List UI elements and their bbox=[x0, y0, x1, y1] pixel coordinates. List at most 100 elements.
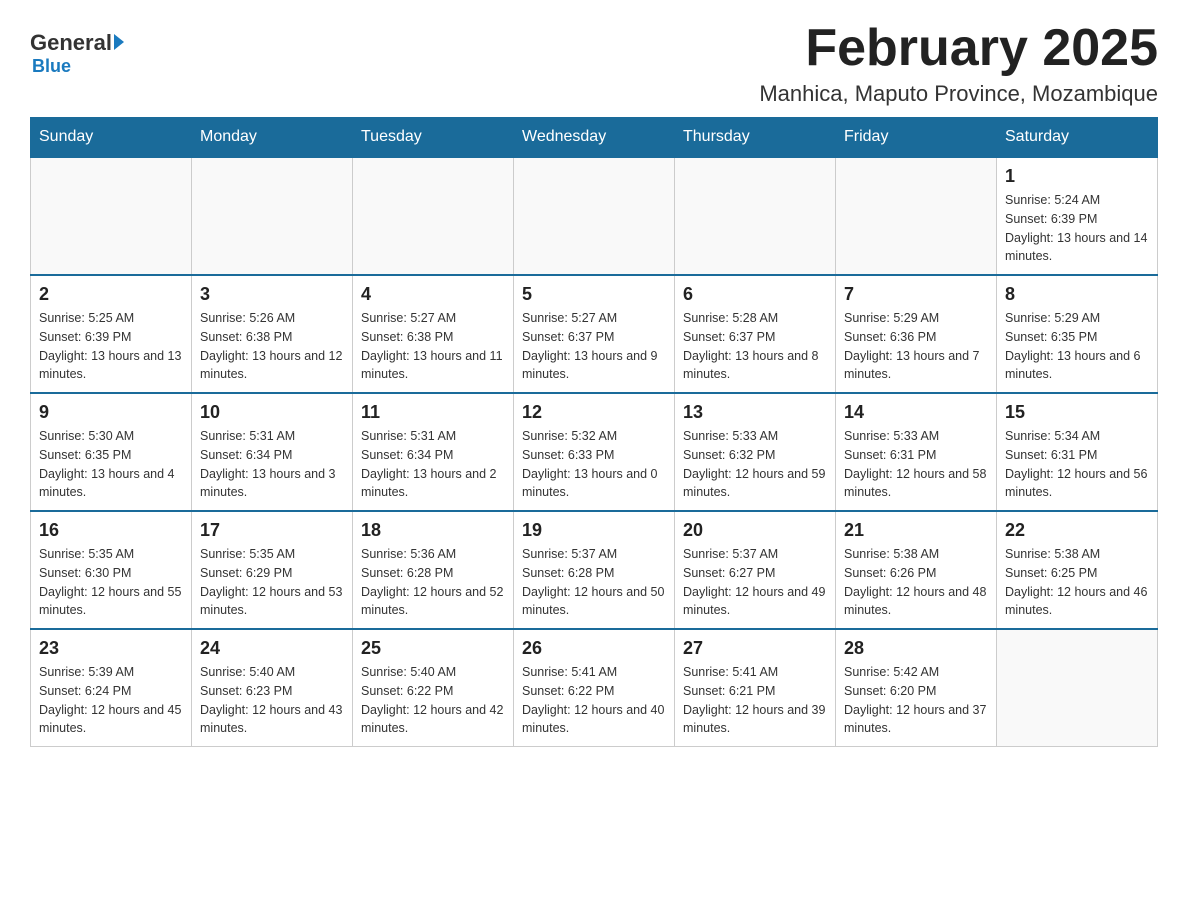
calendar-cell: 10 Sunrise: 5:31 AMSunset: 6:34 PMDayligh… bbox=[192, 393, 353, 511]
day-info: Sunrise: 5:29 AMSunset: 6:35 PMDaylight:… bbox=[1005, 309, 1149, 384]
calendar-table: SundayMondayTuesdayWednesdayThursdayFrid… bbox=[30, 117, 1158, 747]
calendar-cell: 22 Sunrise: 5:38 AMSunset: 6:25 PMDayligh… bbox=[997, 511, 1158, 629]
day-info: Sunrise: 5:32 AMSunset: 6:33 PMDaylight:… bbox=[522, 427, 666, 502]
day-number: 17 bbox=[200, 520, 344, 541]
calendar-cell: 2 Sunrise: 5:25 AMSunset: 6:39 PMDaylight… bbox=[31, 275, 192, 393]
day-number: 12 bbox=[522, 402, 666, 423]
calendar-cell: 6Sunrise: 5:28 AMSunset: 6:37 PMDaylight… bbox=[675, 275, 836, 393]
calendar-cell: 14 Sunrise: 5:33 AMSunset: 6:31 PMDayligh… bbox=[836, 393, 997, 511]
calendar-cell: 25 Sunrise: 5:40 AMSunset: 6:22 PMDayligh… bbox=[353, 629, 514, 747]
title-block: February 2025 Manhica, Maputo Province, … bbox=[759, 20, 1158, 107]
day-info: Sunrise: 5:30 AMSunset: 6:35 PMDaylight:… bbox=[39, 427, 183, 502]
week-row-5: 23 Sunrise: 5:39 AMSunset: 6:24 PMDayligh… bbox=[31, 629, 1158, 747]
day-number: 4 bbox=[361, 284, 505, 305]
calendar-cell: 8Sunrise: 5:29 AMSunset: 6:35 PMDaylight… bbox=[997, 275, 1158, 393]
logo-general: General bbox=[30, 30, 112, 56]
logo-text: General bbox=[30, 30, 124, 56]
day-number: 6 bbox=[683, 284, 827, 305]
day-info: Sunrise: 5:35 AMSunset: 6:29 PMDaylight:… bbox=[200, 545, 344, 620]
calendar-cell bbox=[353, 157, 514, 275]
calendar-cell bbox=[192, 157, 353, 275]
calendar-cell bbox=[675, 157, 836, 275]
day-number: 18 bbox=[361, 520, 505, 541]
logo-arrow-icon bbox=[114, 34, 124, 50]
calendar-cell: 21 Sunrise: 5:38 AMSunset: 6:26 PMDayligh… bbox=[836, 511, 997, 629]
day-info: Sunrise: 5:40 AMSunset: 6:23 PMDaylight:… bbox=[200, 663, 344, 738]
calendar-cell: 18 Sunrise: 5:36 AMSunset: 6:28 PMDayligh… bbox=[353, 511, 514, 629]
day-number: 23 bbox=[39, 638, 183, 659]
day-number: 9 bbox=[39, 402, 183, 423]
calendar-cell: 15Sunrise: 5:34 AMSunset: 6:31 PMDayligh… bbox=[997, 393, 1158, 511]
day-info: Sunrise: 5:36 AMSunset: 6:28 PMDaylight:… bbox=[361, 545, 505, 620]
logo-blue: Blue bbox=[32, 56, 71, 77]
calendar-cell bbox=[514, 157, 675, 275]
calendar-cell: 28 Sunrise: 5:42 AMSunset: 6:20 PMDayligh… bbox=[836, 629, 997, 747]
week-row-4: 16Sunrise: 5:35 AMSunset: 6:30 PMDayligh… bbox=[31, 511, 1158, 629]
day-info: Sunrise: 5:24 AMSunset: 6:39 PMDaylight:… bbox=[1005, 191, 1149, 266]
day-info: Sunrise: 5:33 AMSunset: 6:32 PMDaylight:… bbox=[683, 427, 827, 502]
day-info: Sunrise: 5:33 AMSunset: 6:31 PMDaylight:… bbox=[844, 427, 988, 502]
calendar-cell: 13 Sunrise: 5:33 AMSunset: 6:32 PMDayligh… bbox=[675, 393, 836, 511]
day-info: Sunrise: 5:27 AMSunset: 6:38 PMDaylight:… bbox=[361, 309, 505, 384]
day-info: Sunrise: 5:26 AMSunset: 6:38 PMDaylight:… bbox=[200, 309, 344, 384]
calendar-header-friday: Friday bbox=[836, 118, 997, 158]
day-info: Sunrise: 5:37 AMSunset: 6:28 PMDaylight:… bbox=[522, 545, 666, 620]
calendar-cell: 16Sunrise: 5:35 AMSunset: 6:30 PMDayligh… bbox=[31, 511, 192, 629]
location-title: Manhica, Maputo Province, Mozambique bbox=[759, 81, 1158, 107]
calendar-cell: 1Sunrise: 5:24 AMSunset: 6:39 PMDaylight… bbox=[997, 157, 1158, 275]
day-info: Sunrise: 5:31 AMSunset: 6:34 PMDaylight:… bbox=[361, 427, 505, 502]
day-number: 13 bbox=[683, 402, 827, 423]
day-number: 24 bbox=[200, 638, 344, 659]
page-header: General Blue February 2025 Manhica, Mapu… bbox=[30, 20, 1158, 107]
calendar-header-row: SundayMondayTuesdayWednesdayThursdayFrid… bbox=[31, 118, 1158, 158]
calendar-cell: 27 Sunrise: 5:41 AMSunset: 6:21 PMDayligh… bbox=[675, 629, 836, 747]
day-number: 11 bbox=[361, 402, 505, 423]
calendar-cell: 11 Sunrise: 5:31 AMSunset: 6:34 PMDayligh… bbox=[353, 393, 514, 511]
calendar-cell: 3Sunrise: 5:26 AMSunset: 6:38 PMDaylight… bbox=[192, 275, 353, 393]
calendar-cell bbox=[836, 157, 997, 275]
day-info: Sunrise: 5:25 AMSunset: 6:39 PMDaylight:… bbox=[39, 309, 183, 384]
day-info: Sunrise: 5:38 AMSunset: 6:25 PMDaylight:… bbox=[1005, 545, 1149, 620]
day-number: 26 bbox=[522, 638, 666, 659]
day-number: 27 bbox=[683, 638, 827, 659]
day-number: 19 bbox=[522, 520, 666, 541]
day-number: 25 bbox=[361, 638, 505, 659]
day-info: Sunrise: 5:40 AMSunset: 6:22 PMDaylight:… bbox=[361, 663, 505, 738]
day-info: Sunrise: 5:31 AMSunset: 6:34 PMDaylight:… bbox=[200, 427, 344, 502]
logo: General Blue bbox=[30, 30, 124, 77]
calendar-cell bbox=[997, 629, 1158, 747]
calendar-header-monday: Monday bbox=[192, 118, 353, 158]
day-number: 14 bbox=[844, 402, 988, 423]
week-row-1: 1Sunrise: 5:24 AMSunset: 6:39 PMDaylight… bbox=[31, 157, 1158, 275]
calendar-cell: 19 Sunrise: 5:37 AMSunset: 6:28 PMDayligh… bbox=[514, 511, 675, 629]
day-number: 28 bbox=[844, 638, 988, 659]
calendar-header-thursday: Thursday bbox=[675, 118, 836, 158]
day-number: 16 bbox=[39, 520, 183, 541]
calendar-header-sunday: Sunday bbox=[31, 118, 192, 158]
month-title: February 2025 bbox=[759, 20, 1158, 77]
calendar-cell: 23 Sunrise: 5:39 AMSunset: 6:24 PMDayligh… bbox=[31, 629, 192, 747]
week-row-3: 9 Sunrise: 5:30 AMSunset: 6:35 PMDaylight… bbox=[31, 393, 1158, 511]
day-info: Sunrise: 5:34 AMSunset: 6:31 PMDaylight:… bbox=[1005, 427, 1149, 502]
day-info: Sunrise: 5:37 AMSunset: 6:27 PMDaylight:… bbox=[683, 545, 827, 620]
calendar-cell: 24 Sunrise: 5:40 AMSunset: 6:23 PMDayligh… bbox=[192, 629, 353, 747]
calendar-header-tuesday: Tuesday bbox=[353, 118, 514, 158]
day-info: Sunrise: 5:42 AMSunset: 6:20 PMDaylight:… bbox=[844, 663, 988, 738]
day-info: Sunrise: 5:41 AMSunset: 6:21 PMDaylight:… bbox=[683, 663, 827, 738]
day-number: 2 bbox=[39, 284, 183, 305]
day-number: 7 bbox=[844, 284, 988, 305]
calendar-cell: 20 Sunrise: 5:37 AMSunset: 6:27 PMDayligh… bbox=[675, 511, 836, 629]
calendar-header-wednesday: Wednesday bbox=[514, 118, 675, 158]
calendar-cell: 4 Sunrise: 5:27 AMSunset: 6:38 PMDaylight… bbox=[353, 275, 514, 393]
calendar-cell: 9 Sunrise: 5:30 AMSunset: 6:35 PMDaylight… bbox=[31, 393, 192, 511]
day-number: 10 bbox=[200, 402, 344, 423]
day-info: Sunrise: 5:39 AMSunset: 6:24 PMDaylight:… bbox=[39, 663, 183, 738]
day-info: Sunrise: 5:27 AMSunset: 6:37 PMDaylight:… bbox=[522, 309, 666, 384]
day-number: 21 bbox=[844, 520, 988, 541]
day-info: Sunrise: 5:38 AMSunset: 6:26 PMDaylight:… bbox=[844, 545, 988, 620]
calendar-cell bbox=[31, 157, 192, 275]
calendar-header-saturday: Saturday bbox=[997, 118, 1158, 158]
day-number: 20 bbox=[683, 520, 827, 541]
day-number: 22 bbox=[1005, 520, 1149, 541]
calendar-cell: 7Sunrise: 5:29 AMSunset: 6:36 PMDaylight… bbox=[836, 275, 997, 393]
